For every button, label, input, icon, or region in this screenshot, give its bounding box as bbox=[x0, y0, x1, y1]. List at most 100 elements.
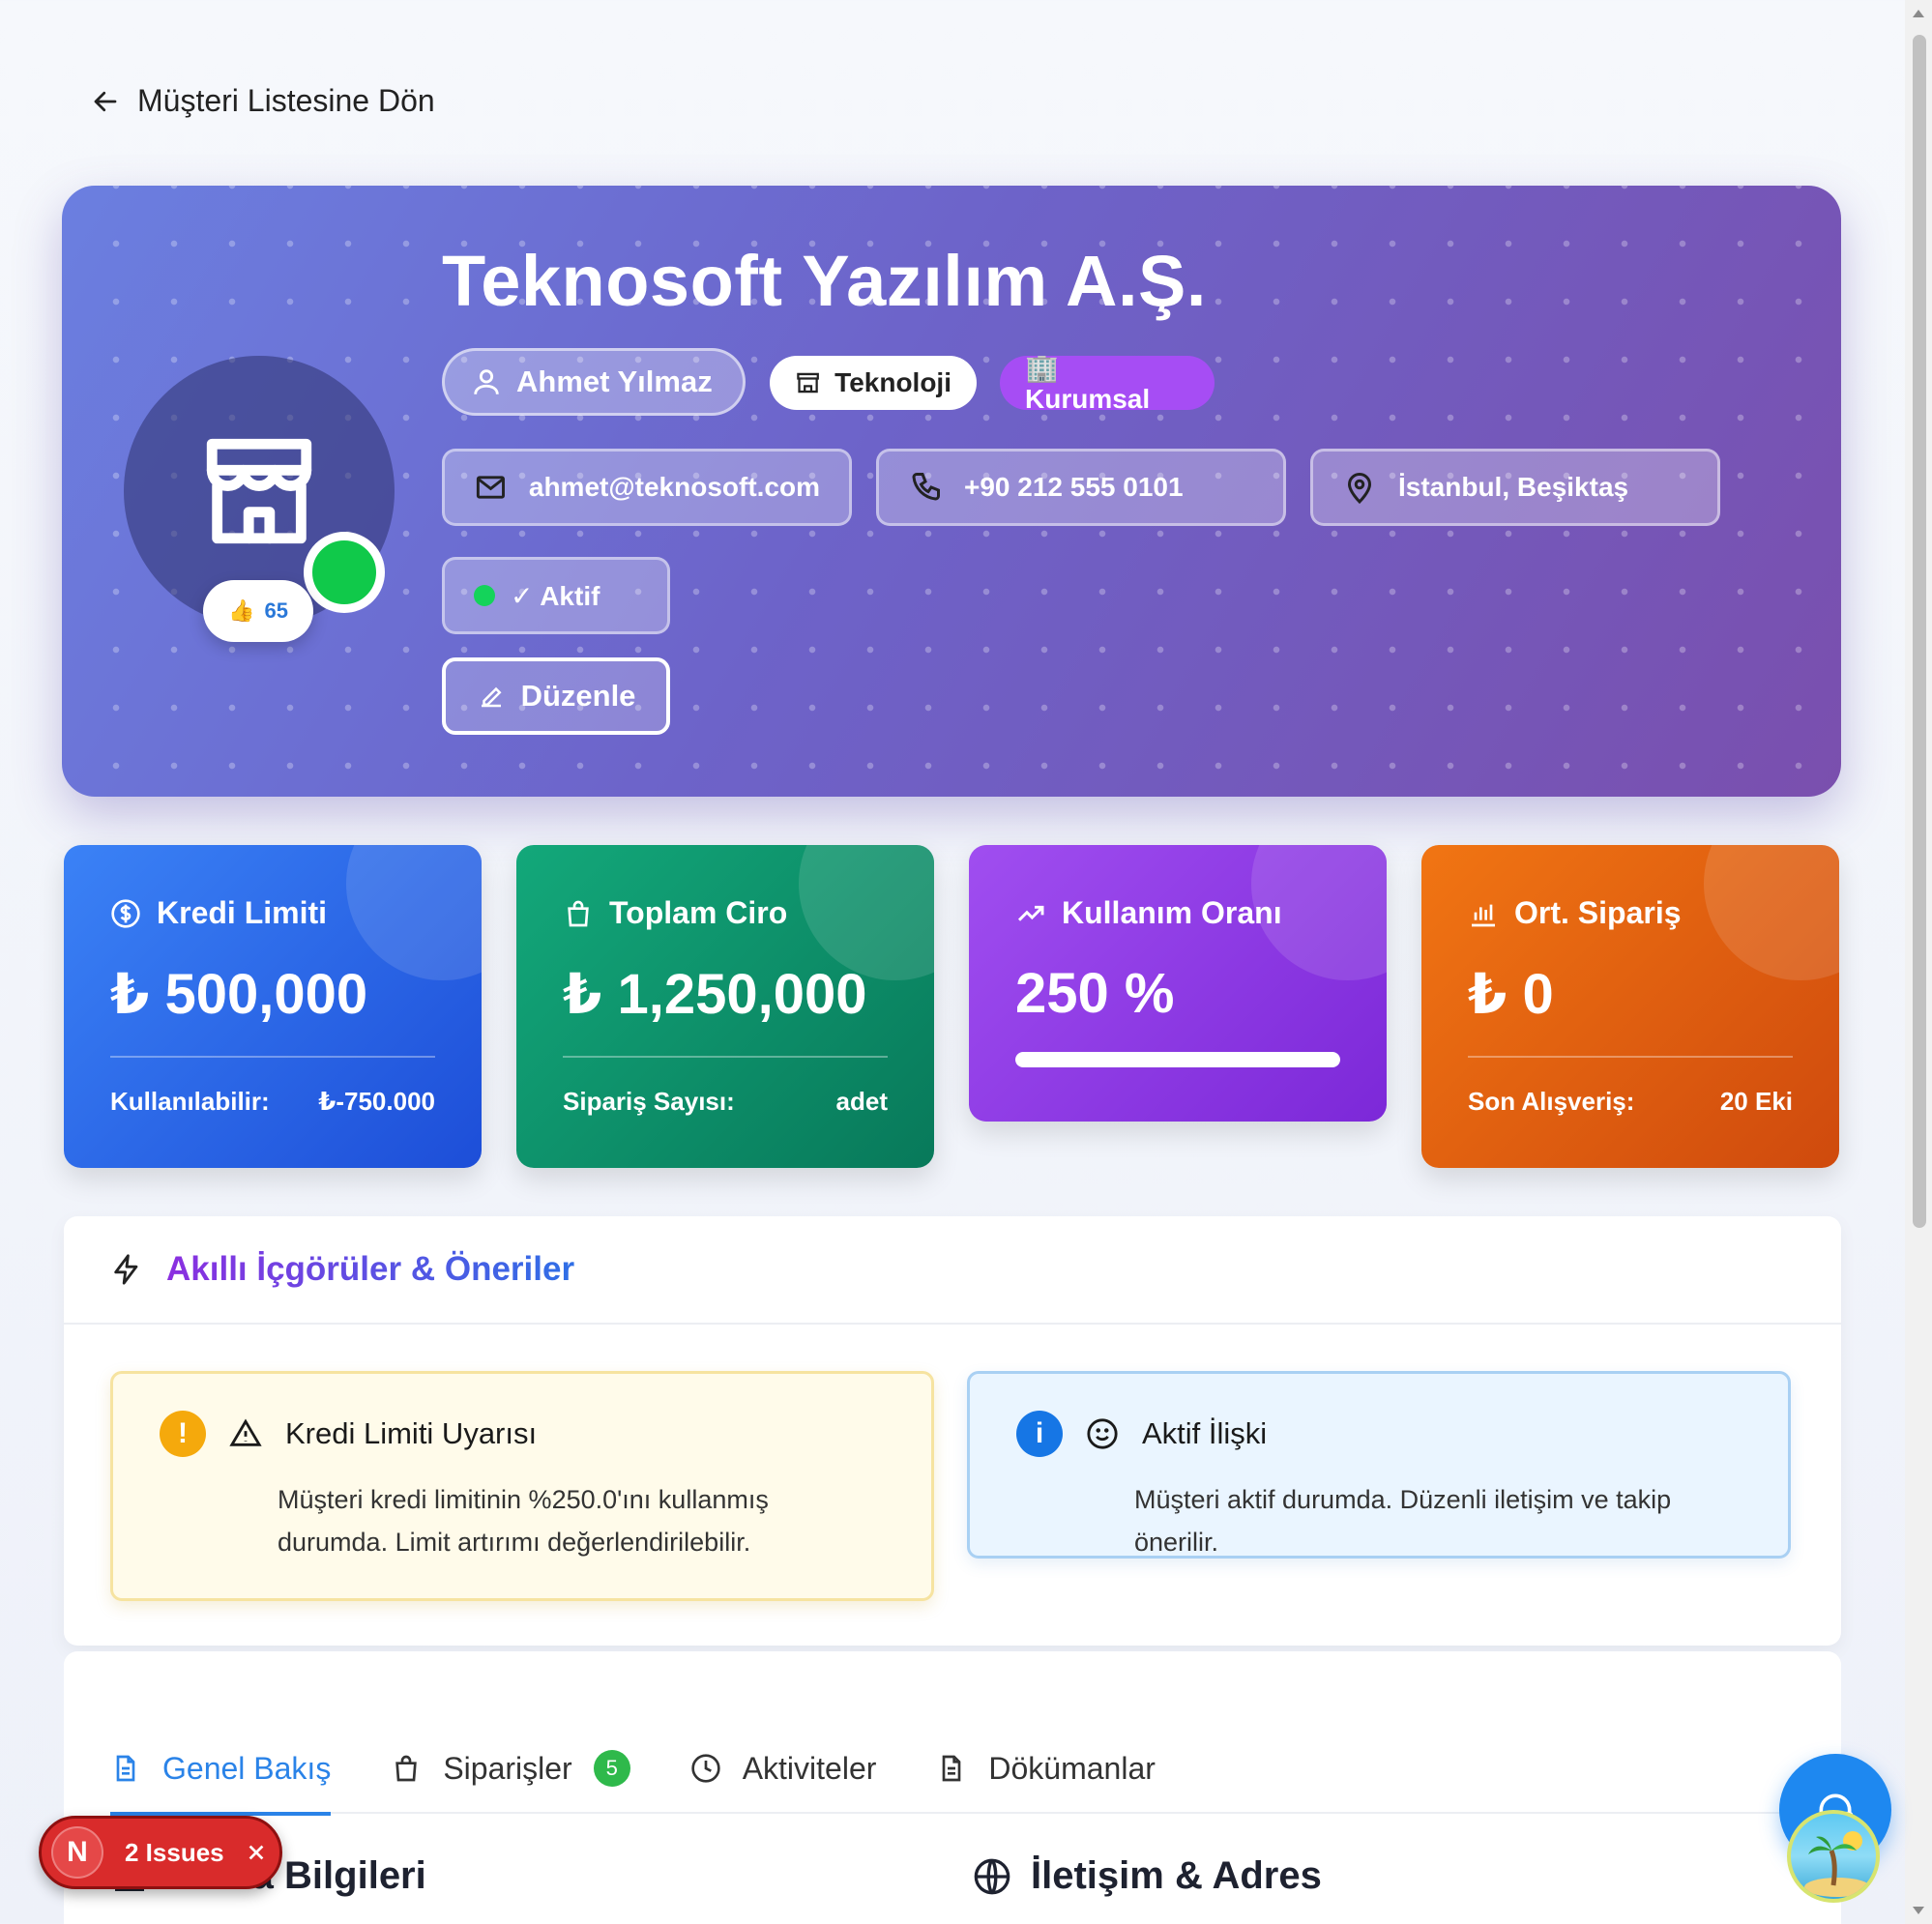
scroll-down-arrow[interactable] bbox=[1913, 1907, 1924, 1914]
warning-title: Kredi Limiti Uyarısı bbox=[285, 1416, 538, 1450]
available-label: Kullanılabilir: bbox=[110, 1087, 270, 1116]
info-badge-icon: i bbox=[1016, 1411, 1063, 1457]
store-icon bbox=[206, 438, 312, 544]
shopping-bag-icon bbox=[395, 1755, 418, 1782]
phone-box[interactable]: +90 212 555 0101 bbox=[876, 449, 1286, 526]
tab-orders-label: Siparişler bbox=[443, 1750, 572, 1786]
owner-name: Ahmet Yılmaz bbox=[516, 364, 713, 398]
info-body: Müşteri aktif durumda. Düzenli iletişim … bbox=[1134, 1485, 1672, 1557]
file-text-icon bbox=[116, 1755, 135, 1782]
devtools-issues-badge[interactable]: N 2 Issues bbox=[39, 1816, 282, 1889]
usage-progress-fill bbox=[1015, 1052, 1340, 1067]
phone-icon bbox=[912, 473, 940, 501]
edit-button[interactable]: Düzenle bbox=[442, 657, 670, 735]
tab-activities[interactable]: Aktiviteler bbox=[690, 1723, 877, 1814]
user-icon bbox=[474, 369, 499, 394]
score-value: 65 bbox=[264, 598, 288, 623]
total-revenue-card: Toplam Ciro ₺ 1,250,000 Sipariş Sayısı: … bbox=[516, 845, 934, 1168]
globe-icon bbox=[974, 1858, 1010, 1894]
last-purchase-value: 20 Eki bbox=[1719, 1087, 1793, 1116]
customer-type-chip: 🏢 Kurumsal bbox=[1000, 353, 1215, 414]
available-value: ₺-750.000 bbox=[318, 1087, 435, 1116]
phone-value: +90 212 555 0101 bbox=[964, 472, 1184, 502]
credit-limit-card: Kredi Limiti ₺ 500,000 Kullanılabilir: ₺… bbox=[64, 845, 482, 1168]
total-revenue-value: ₺ 1,250,000 bbox=[563, 963, 867, 1026]
alert-triangle-icon bbox=[229, 1418, 262, 1446]
score-badge: 👍 65 bbox=[203, 580, 313, 642]
contact-address-heading: İletişim & Adres bbox=[973, 1854, 1322, 1898]
customer-header-card: 👍 65 Teknosoft Yazılım A.Ş. Ahmet Yılmaz… bbox=[62, 186, 1841, 797]
info-title: Aktif İlişki bbox=[1142, 1416, 1268, 1450]
orders-count-badge: 5 bbox=[593, 1750, 630, 1787]
tab-orders[interactable]: Siparişler 5 bbox=[391, 1723, 630, 1814]
clock-icon bbox=[691, 1754, 720, 1783]
owner-chip: Ahmet Yılmaz bbox=[442, 348, 746, 416]
usage-rate-value: 250 % bbox=[1015, 962, 1175, 1025]
total-revenue-title: Toplam Ciro bbox=[609, 895, 788, 930]
map-pin-icon bbox=[1347, 473, 1372, 505]
credit-limit-value: ₺ 500,000 bbox=[110, 963, 368, 1026]
card-decoration bbox=[799, 845, 934, 980]
card-decoration bbox=[1704, 845, 1839, 980]
credit-limit-warning: ! Kredi Limiti Uyarısı Müşteri kredi lim… bbox=[110, 1371, 934, 1601]
location-value: İstanbul, Beşiktaş bbox=[1398, 472, 1629, 502]
last-purchase-label: Son Alışveriş: bbox=[1468, 1087, 1635, 1116]
page-scrollbar[interactable] bbox=[1905, 0, 1932, 1924]
trending-up-icon bbox=[1017, 905, 1044, 921]
tab-overview[interactable]: Genel Bakış bbox=[110, 1723, 332, 1816]
tab-documents[interactable]: Dökümanlar bbox=[936, 1723, 1156, 1814]
email-value: ahmet@teknosoft.com bbox=[528, 472, 820, 502]
back-to-customer-list-link[interactable]: Müşteri Listesine Dön bbox=[91, 83, 435, 119]
order-count-value: adet bbox=[835, 1087, 888, 1116]
bar-chart-icon bbox=[1472, 904, 1495, 926]
usage-rate-card: Kullanım Oranı 250 % bbox=[969, 845, 1387, 1122]
palm-island-icon bbox=[1804, 1831, 1870, 1897]
sector-chip: Teknoloji bbox=[770, 356, 977, 410]
contact-address-title: İletişim & Adres bbox=[1031, 1854, 1322, 1897]
customer-name: Teknosoft Yazılım A.Ş. bbox=[442, 241, 1207, 321]
active-relationship-info: i Aktif İlişki Müşteri aktif durumda. Dü… bbox=[967, 1371, 1791, 1559]
detail-tabs-card: Genel Bakış Siparişler 5 Aktiviteler Dök… bbox=[64, 1651, 1841, 1924]
assistant-avatar-icon[interactable] bbox=[1787, 1810, 1880, 1903]
dollar-circle-icon bbox=[111, 898, 140, 928]
smart-insights-panel: Akıllı İçgörüler & Öneriler ! Kredi Limi… bbox=[64, 1216, 1841, 1646]
edit-button-label: Düzenle bbox=[520, 679, 636, 713]
smile-icon bbox=[1087, 1418, 1118, 1449]
pencil-icon bbox=[481, 686, 502, 708]
document-icon bbox=[943, 1755, 961, 1782]
close-icon[interactable] bbox=[246, 1842, 267, 1863]
detail-tabs: Genel Bakış Siparişler 5 Aktiviteler Dök… bbox=[110, 1723, 1795, 1816]
usage-rate-title: Kullanım Oranı bbox=[1062, 895, 1282, 930]
warning-badge-icon: ! bbox=[160, 1411, 206, 1457]
insights-title: Akıllı İçgörüler & Öneriler bbox=[166, 1250, 575, 1288]
back-link-label: Müşteri Listesine Dön bbox=[137, 83, 435, 118]
scroll-up-arrow[interactable] bbox=[1913, 10, 1924, 17]
shopping-bag-icon bbox=[568, 900, 589, 926]
usage-progress-bar bbox=[1015, 1052, 1340, 1067]
sector-label: Teknoloji bbox=[834, 367, 951, 397]
warning-body: Müşteri kredi limitinin %250.0'ını kulla… bbox=[278, 1485, 769, 1557]
mail-icon bbox=[476, 476, 505, 499]
card-decoration bbox=[346, 845, 482, 980]
location-box[interactable]: İstanbul, Beşiktaş bbox=[1310, 449, 1720, 526]
scrollbar-thumb[interactable] bbox=[1913, 35, 1926, 1228]
average-order-title: Ort. Sipariş bbox=[1514, 895, 1682, 930]
issues-label: 2 Issues bbox=[125, 1837, 224, 1867]
arrow-left-icon bbox=[94, 91, 117, 111]
lightning-icon bbox=[114, 1254, 138, 1285]
status-dot bbox=[474, 585, 495, 606]
average-order-card: Ort. Sipariş ₺ 0 Son Alışveriş: 20 Eki bbox=[1421, 845, 1839, 1168]
status-label: ✓ Aktif bbox=[511, 580, 600, 611]
tab-documents-label: Dökümanlar bbox=[988, 1750, 1156, 1786]
thumbs-up-icon: 👍 bbox=[228, 598, 255, 623]
average-order-value: ₺ 0 bbox=[1468, 963, 1554, 1026]
shop-icon bbox=[797, 372, 819, 394]
devtools-logo-icon: N bbox=[51, 1826, 103, 1879]
type-label: 🏢 Kurumsal bbox=[1025, 352, 1151, 414]
credit-limit-title: Kredi Limiti bbox=[157, 895, 328, 930]
order-count-label: Sipariş Sayısı: bbox=[563, 1087, 735, 1116]
email-box[interactable]: ahmet@teknosoft.com bbox=[442, 449, 852, 526]
tab-activities-label: Aktiviteler bbox=[742, 1750, 877, 1786]
status-badge: ✓ Aktif bbox=[442, 557, 670, 634]
tab-overview-label: Genel Bakış bbox=[162, 1750, 332, 1786]
